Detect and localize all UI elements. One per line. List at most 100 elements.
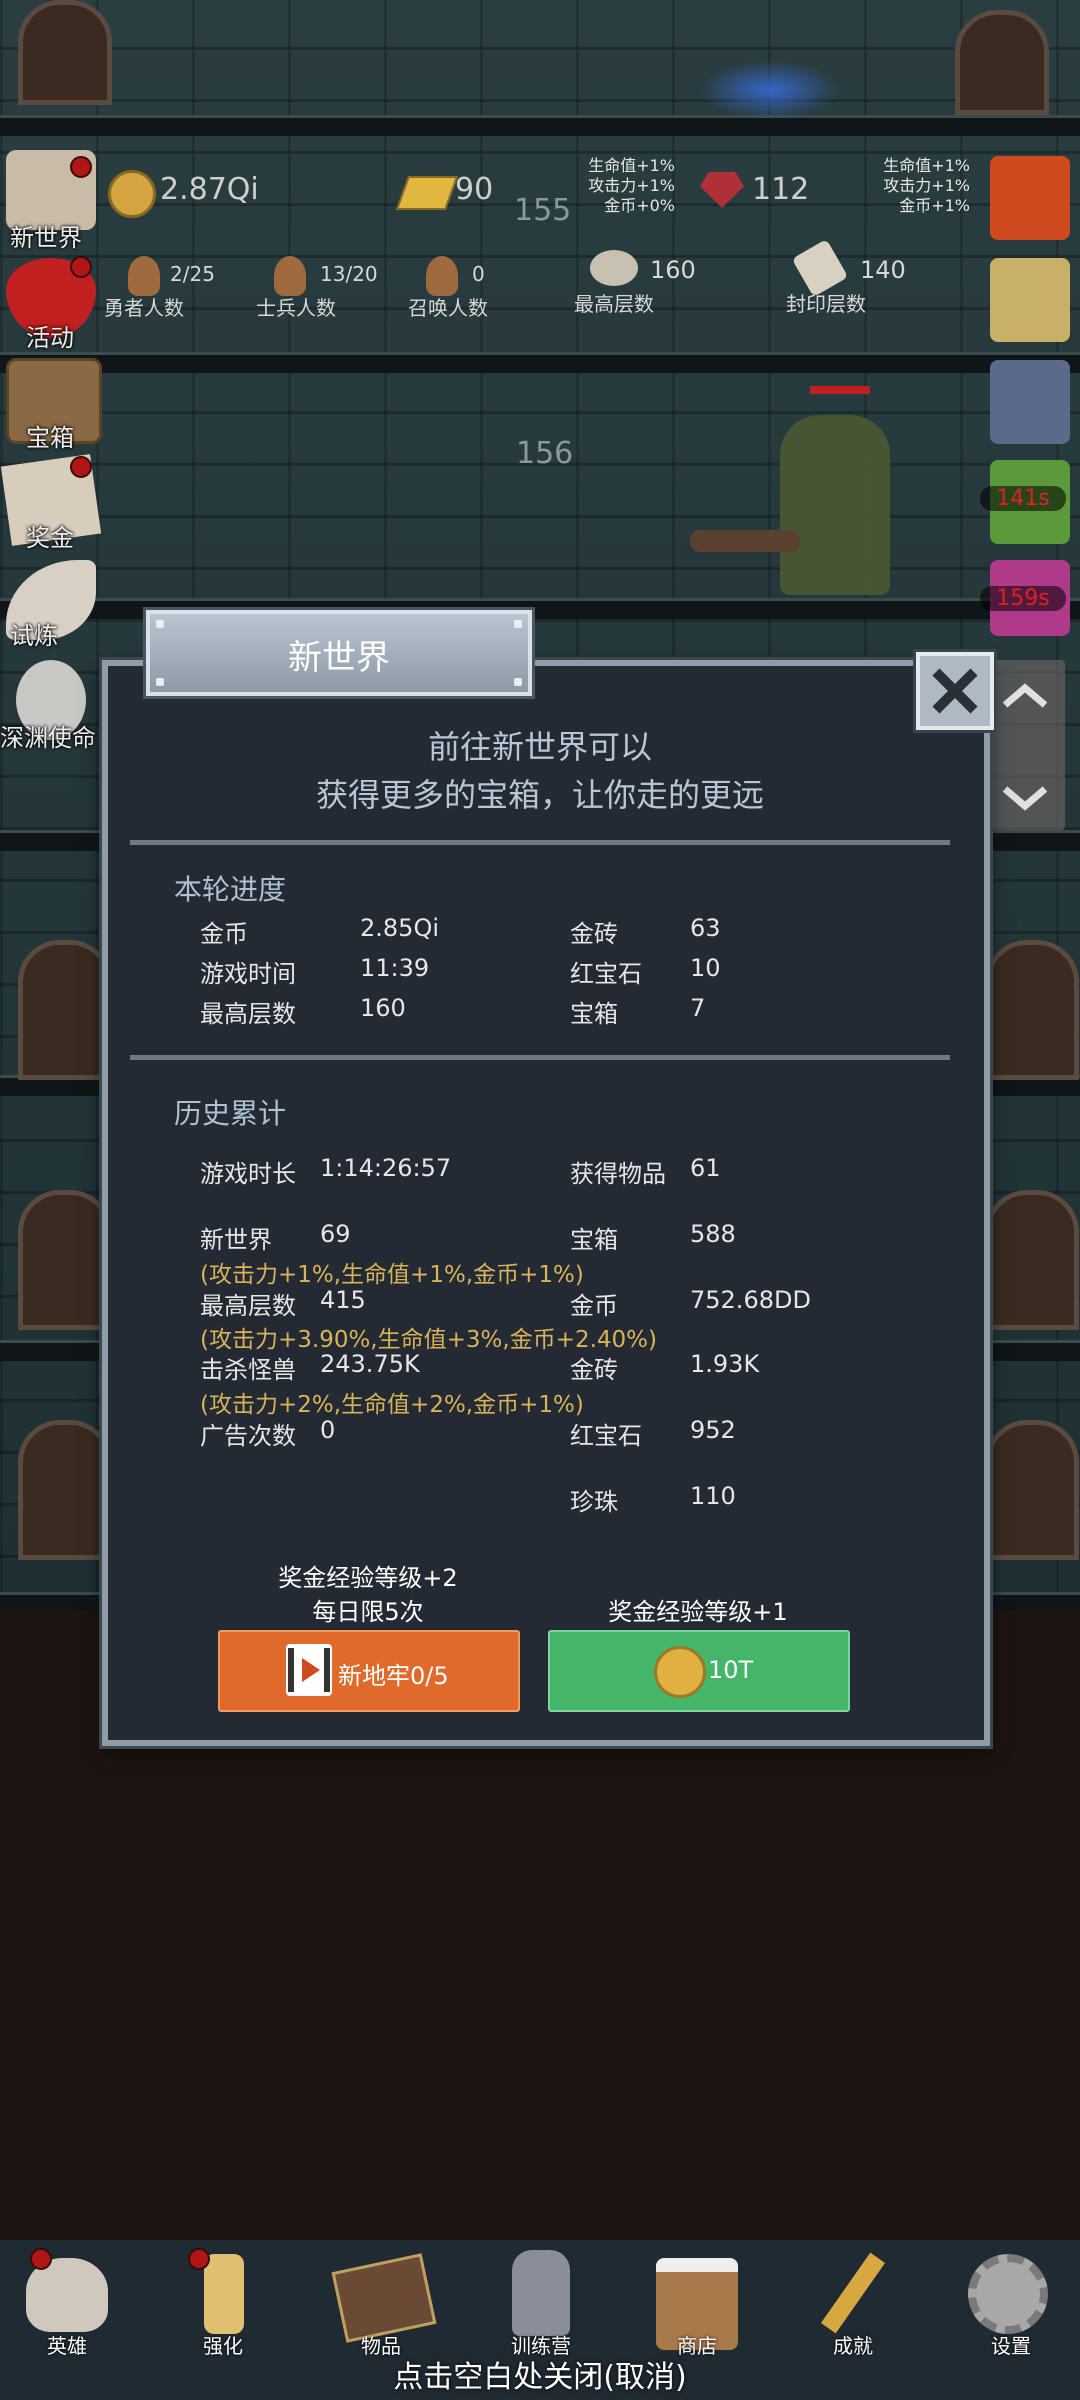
- buff-gold: 金币+1%: [899, 196, 970, 215]
- max-floor: 160: [650, 256, 696, 284]
- blue-glow: [700, 60, 840, 120]
- pearl-label: 珍珠: [570, 1488, 618, 1516]
- kills-value: 243.75K: [320, 1350, 420, 1378]
- round-ruby-label: 红宝石: [570, 960, 642, 988]
- ads-value: 0: [320, 1416, 336, 1444]
- close-icon: [932, 668, 978, 714]
- close-button[interactable]: [916, 652, 994, 730]
- history-chest-value: 588: [690, 1220, 736, 1248]
- sidebar-label: 新世界: [10, 224, 82, 252]
- stone-icon: [590, 250, 638, 286]
- max-floor-value: 415: [320, 1286, 366, 1314]
- sealed-floor: 140: [860, 256, 906, 284]
- dialog-title: 新世界: [288, 638, 390, 678]
- items-label: 获得物品: [570, 1160, 666, 1188]
- divider: [130, 840, 950, 845]
- club-weapon: [690, 530, 800, 552]
- sidebar-label: 奖金: [26, 524, 74, 552]
- buff-hp: 生命值+1%: [588, 156, 675, 175]
- gold-coin-icon: [654, 1646, 706, 1698]
- candle-item-icon[interactable]: [990, 258, 1070, 342]
- new-world-label: 新世界: [200, 1226, 272, 1254]
- scroll-up-icon[interactable]: [1000, 680, 1050, 714]
- new-dungeon-button[interactable]: 新地牢0/5: [218, 1630, 520, 1712]
- summon-icon: [426, 256, 458, 296]
- summon-count: 0: [472, 262, 485, 286]
- max-floor-label: 最高层数: [200, 1292, 296, 1320]
- nav-settings[interactable]: 设置: [946, 2240, 1076, 2360]
- buff-hp: 生命值+1%: [883, 156, 970, 175]
- candle-icon: [204, 2254, 244, 2334]
- soldier-icon: [274, 256, 306, 296]
- door: [985, 1190, 1079, 1330]
- floor-line: [0, 352, 1080, 373]
- chest-item-icon[interactable]: [990, 360, 1070, 444]
- door: [955, 10, 1049, 115]
- history-gold-label: 金币: [570, 1292, 618, 1320]
- monster-hp-bar: [810, 386, 870, 394]
- sidebar-label: 活动: [26, 324, 74, 352]
- history-ruby-label: 红宝石: [570, 1422, 642, 1450]
- soldier-count: 13/20: [320, 262, 378, 286]
- ads-label: 广告次数: [200, 1422, 296, 1450]
- notification-dot: [30, 2248, 52, 2270]
- key-icon: [820, 2252, 886, 2334]
- new-dungeon-label: 新地牢0/5: [338, 1662, 449, 1690]
- history-brick-value: 1.93K: [690, 1350, 760, 1378]
- sidebar-label: 宝箱: [26, 424, 74, 452]
- buff-list-right: 生命值+1% 攻击力+1% 金币+1%: [855, 156, 970, 216]
- max-floor-bonus: (攻击力+3.90%,生命值+3%,金币+2.40%): [200, 1327, 658, 1353]
- history-ruby-value: 952: [690, 1416, 736, 1444]
- sidebar-label: 试炼: [10, 622, 58, 650]
- gold-amount: 2.87Qi: [160, 172, 259, 207]
- gold-cost-label: 10T: [708, 1656, 754, 1684]
- nav-upgrade[interactable]: 强化: [158, 2240, 288, 2360]
- onion-item-icon[interactable]: [990, 156, 1070, 240]
- round-gold-value: 2.85Qi: [360, 914, 439, 942]
- gold-coin-icon: [108, 170, 156, 218]
- nav-items[interactable]: 物品: [316, 2240, 446, 2360]
- history-gold-value: 752.68DD: [690, 1286, 811, 1314]
- floor-number: 156: [516, 436, 574, 471]
- ruby-amount: 112: [752, 172, 810, 207]
- timer-badge: 141s: [980, 486, 1066, 511]
- round-time-value: 11:39: [360, 954, 430, 982]
- nav-heroes[interactable]: 英雄: [2, 2240, 132, 2360]
- close-hint[interactable]: 点击空白处关闭(取消): [0, 2352, 1080, 2396]
- door: [985, 940, 1079, 1080]
- brick-amount: 90: [455, 172, 494, 207]
- history-brick-label: 金砖: [570, 1356, 618, 1384]
- pearl-value: 110: [690, 1482, 736, 1510]
- history-heading: 历史累计: [174, 1097, 287, 1130]
- buff-list-left: 生命值+1% 攻击力+1% 金币+0%: [560, 156, 675, 216]
- play-time-label: 游戏时长: [200, 1160, 296, 1188]
- sealed-floor-label: 封印层数: [786, 292, 866, 316]
- gold-new-world-button[interactable]: 10T: [548, 1630, 850, 1712]
- timer-badge: 159s: [980, 586, 1066, 611]
- scroll-down-icon[interactable]: [1000, 784, 1050, 818]
- round-progress-heading: 本轮进度: [174, 873, 287, 906]
- right-option-note: 奖金经验等级+1: [608, 1598, 788, 1626]
- nav-shop[interactable]: 商店: [632, 2240, 762, 2360]
- nav-training[interactable]: 训练营: [476, 2240, 606, 2360]
- round-time-label: 游戏时间: [200, 960, 296, 988]
- new-world-value: 69: [320, 1220, 351, 1248]
- round-chest-label: 宝箱: [570, 1000, 618, 1028]
- round-gold-label: 金币: [200, 920, 248, 948]
- notification-dot: [70, 456, 92, 478]
- kills-bonus: (攻击力+2%,生命值+2%,金币+1%): [200, 1392, 584, 1418]
- soldier-count-label: 士兵人数: [256, 296, 336, 320]
- round-brick-value: 63: [690, 914, 721, 942]
- max-floor-label: 最高层数: [574, 292, 654, 316]
- door: [18, 1420, 112, 1560]
- door: [18, 940, 112, 1080]
- history-chest-label: 宝箱: [570, 1226, 618, 1254]
- round-floor-label: 最高层数: [200, 1000, 296, 1028]
- floor-line: [0, 115, 1080, 136]
- gear-icon: [968, 2254, 1048, 2334]
- door: [985, 1420, 1079, 1560]
- kills-label: 击杀怪兽: [200, 1356, 296, 1384]
- hero-count-label: 勇者人数: [104, 296, 184, 320]
- nav-achievements[interactable]: 成就: [788, 2240, 918, 2360]
- door: [18, 0, 112, 105]
